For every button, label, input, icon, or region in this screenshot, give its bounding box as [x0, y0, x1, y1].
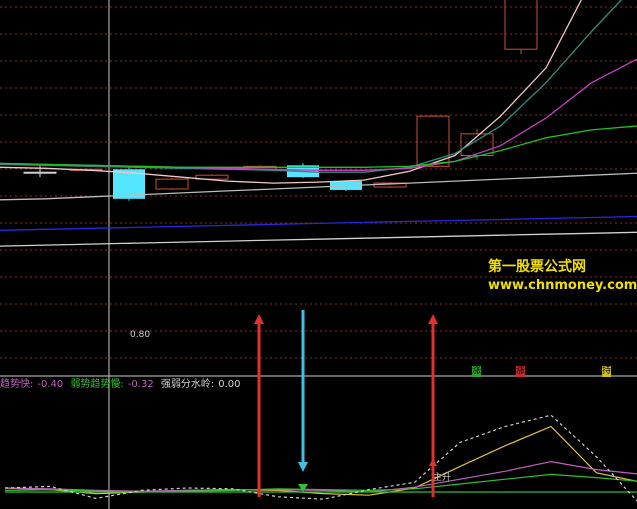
buy-arrow-head [428, 314, 438, 324]
watermark-url: www.chnmoney.com [488, 278, 637, 293]
indicator-line [4, 460, 637, 493]
tag-red: 涨 [516, 366, 526, 377]
water-label: 强弱分水岭: [160, 379, 215, 390]
fast-label: 趋势快: [0, 379, 34, 390]
grid-lines [0, 6, 637, 377]
fast-value: -0.40 [37, 379, 64, 390]
ma-line [0, 0, 583, 184]
low-price-label: 0.80 [130, 330, 151, 340]
sell-arrow-head [298, 462, 308, 472]
indicator-line-aux [4, 414, 637, 502]
water-value: 0.00 [218, 379, 241, 390]
main-rise-label: 主升 [433, 473, 452, 483]
ma-line [0, 0, 623, 173]
moving-average-lines [0, 0, 637, 247]
slow-label: 弱势趋势慢: [70, 379, 124, 390]
stock-chart [0, 0, 637, 509]
tag-yellow: 持 [602, 366, 612, 377]
buy-arrow-head [254, 314, 264, 324]
ma-line [0, 231, 637, 247]
tag-green: 涨 [472, 366, 482, 377]
watermark-title: 第一股票公式网 [488, 259, 586, 275]
signal-arrows [254, 310, 438, 497]
candle-body [23, 171, 57, 174]
down-marker [298, 484, 308, 492]
main-rise-marker [429, 458, 437, 466]
indicator-line-aux [4, 473, 637, 493]
candle-body [155, 178, 189, 190]
ma-line [0, 125, 637, 168]
slow-value: -0.32 [127, 379, 154, 390]
indicator-header: 趋势快: -0.40 弱势趋势慢: -0.32 强弱分水岭: 0.00 [0, 378, 245, 392]
indicator-line [4, 425, 637, 496]
indicator-lines [4, 414, 637, 502]
